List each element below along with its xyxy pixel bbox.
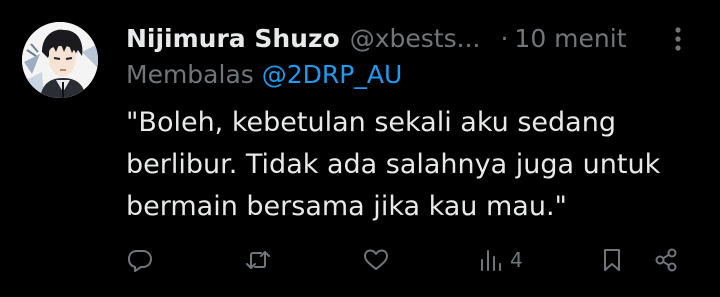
tweet-header: Nijimura Shuzo @xbests... · 10 menit — [126, 18, 627, 58]
display-name[interactable]: Nijimura Shuzo — [126, 24, 340, 53]
views-count: 4 — [510, 248, 523, 272]
reply-to-handle[interactable]: @2DRP_AU — [262, 60, 403, 89]
heart-icon — [364, 249, 388, 270]
reply-icon — [128, 250, 152, 272]
user-handle[interactable]: @xbests... — [350, 24, 481, 53]
retweet-icon — [246, 251, 270, 269]
views-icon — [481, 250, 501, 271]
more-vertical-icon[interactable] — [668, 24, 688, 54]
timestamp[interactable]: 10 menit — [514, 24, 626, 53]
action-bar: 4 — [0, 242, 720, 278]
replying-to-label: Membalas — [126, 60, 254, 89]
tweet[interactable]: Nijimura Shuzo @xbests... · 10 menit Mem… — [0, 0, 720, 297]
like-button[interactable] — [362, 242, 390, 278]
avatar[interactable] — [22, 22, 98, 98]
retweet-button[interactable] — [244, 242, 272, 278]
views-button[interactable]: 4 — [478, 242, 523, 278]
bookmark-icon — [604, 249, 620, 271]
replying-to: Membalas @2DRP_AU — [126, 60, 402, 89]
separator-dot: · — [500, 23, 509, 53]
share-button[interactable] — [652, 242, 680, 278]
bookmark-button[interactable] — [598, 242, 626, 278]
share-icon — [655, 248, 677, 272]
reply-button[interactable] — [126, 242, 154, 278]
tweet-text: "Boleh, kebetulan sekali aku sedang berl… — [126, 107, 661, 222]
